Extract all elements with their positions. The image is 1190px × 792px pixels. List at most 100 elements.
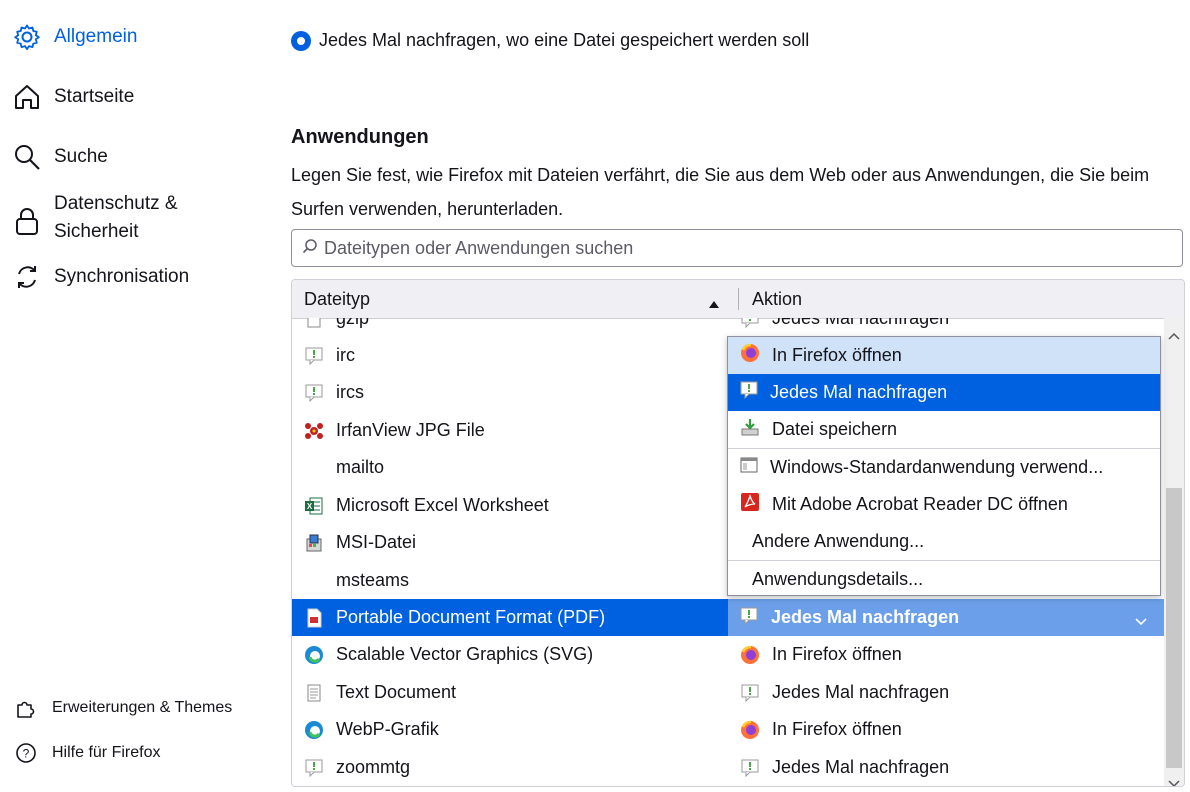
sidebar-item-label: Allgemein — [54, 26, 138, 47]
applications-description: Legen Sie fest, wie Firefox mit Dateien … — [291, 165, 1150, 219]
filetype-label: Microsoft Excel Worksheet — [336, 495, 549, 515]
action-dropdown-menu: In Firefox öffnen Jedes Mal nachfragen D… — [727, 336, 1161, 596]
sidebar-item-label-line2: Sicherheit — [54, 221, 139, 242]
ask-download-location-option[interactable]: Jedes Mal nachfragen, wo eine Datei gesp… — [291, 30, 809, 51]
excel-icon: X — [304, 496, 324, 516]
menu-item-acrobat[interactable]: Mit Adobe Acrobat Reader DC öffnen — [728, 486, 1160, 523]
menu-item-label: Anwendungsdetails... — [752, 569, 924, 589]
filetype-label: Scalable Vector Graphics (SVG) — [336, 644, 594, 664]
filetype-label: Text Document — [336, 682, 457, 702]
filetype-label: irc — [336, 345, 355, 365]
blank-icon — [304, 571, 324, 591]
sidebar-item-erweiterungen[interactable]: Erweiterungen & Themes — [14, 696, 232, 720]
scrollbar-thumb[interactable] — [1166, 488, 1182, 768]
filetype-search-input[interactable]: Dateitypen oder Anwendungen suchen — [291, 229, 1183, 267]
search-icon — [12, 142, 42, 172]
action-label: In Firefox öffnen — [772, 644, 902, 664]
file-icon — [304, 318, 324, 329]
menu-item-label: In Firefox öffnen — [772, 345, 902, 365]
menu-item-label: Mit Adobe Acrobat Reader DC öffnen — [772, 494, 1068, 514]
table-row-selected[interactable]: Portable Document Format (PDF) Jedes Mal… — [292, 599, 1164, 636]
search-placeholder: Dateitypen oder Anwendungen suchen — [324, 237, 634, 258]
ask-icon — [304, 758, 324, 778]
puzzle-icon — [14, 696, 38, 720]
scroll-down-icon[interactable] — [1168, 772, 1180, 786]
menu-item-windows-default[interactable]: Windows-Standardanwendung verwend... — [728, 449, 1160, 486]
text-file-icon — [304, 683, 324, 703]
sidebar-item-label: Startseite — [54, 86, 135, 107]
sidebar-item-startseite[interactable]: Startseite — [12, 82, 134, 112]
sidebar-item-suche[interactable]: Suche — [12, 142, 108, 172]
column-divider[interactable] — [738, 288, 739, 310]
action-dropdown[interactable]: Jedes Mal nachfragen — [728, 599, 1164, 636]
blank-icon — [304, 458, 324, 478]
filetype-label: mailto — [336, 457, 385, 477]
filetype-label: ircs — [336, 382, 364, 402]
filetype-label: Portable Document Format (PDF) — [336, 607, 606, 627]
ask-icon — [740, 758, 760, 778]
table-row[interactable]: Scalable Vector Graphics (SVG) In Firefo… — [292, 636, 1164, 673]
applications-heading: Anwendungen — [291, 126, 429, 148]
sidebar-item-hilfe[interactable]: ? Hilfe für Firefox — [14, 741, 160, 765]
table-row[interactable]: zoommtg Jedes Mal nachfragen — [292, 749, 1164, 786]
sidebar-footer-label: Erweiterungen & Themes — [52, 699, 233, 716]
scroll-up-icon[interactable] — [1168, 324, 1180, 345]
action-label: In Firefox öffnen — [772, 719, 902, 739]
menu-item-other-app[interactable]: Andere Anwendung... — [728, 523, 1160, 560]
save-icon — [740, 417, 760, 442]
action-label: Jedes Mal nachfragen — [771, 607, 960, 627]
menu-item-app-details[interactable]: Anwendungsdetails... — [728, 561, 1160, 598]
sidebar-item-label: Suche — [54, 146, 108, 167]
radio-button[interactable] — [291, 30, 311, 51]
firefox-icon — [740, 720, 760, 740]
table-scrollbar[interactable] — [1164, 318, 1184, 786]
action-label: Jedes Mal nachfragen — [772, 757, 950, 777]
menu-item-label: Windows-Standardanwendung verwend... — [770, 457, 1104, 477]
msi-icon — [304, 533, 324, 553]
sidebar-item-allgemein[interactable]: Allgemein — [12, 22, 137, 52]
menu-item-save-file[interactable]: Datei speichern — [728, 411, 1160, 448]
edge-icon — [304, 645, 324, 665]
window-icon — [740, 457, 758, 478]
sidebar-item-datenschutz[interactable]: Datenschutz & Sicherheit — [12, 190, 178, 246]
menu-item-always-ask[interactable]: Jedes Mal nachfragen — [728, 374, 1160, 411]
column-header-label: Aktion — [752, 289, 803, 309]
table-header: Dateityp Aktion — [292, 280, 1184, 319]
filetype-label: zoommtg — [336, 757, 411, 777]
menu-item-label: Datei speichern — [772, 419, 898, 439]
menu-item-label: Jedes Mal nachfragen — [770, 382, 948, 402]
sidebar-item-label: Synchronisation — [54, 266, 190, 287]
ask-download-location-label: Jedes Mal nachfragen, wo eine Datei gesp… — [319, 30, 810, 50]
gear-icon — [12, 22, 42, 52]
ask-icon — [304, 383, 324, 403]
help-icon: ? — [14, 741, 38, 765]
filetype-label: MSI-Datei — [336, 532, 417, 552]
sidebar-item-synchronisation[interactable]: Synchronisation — [12, 262, 189, 292]
column-header-label: Dateityp — [304, 289, 371, 309]
sidebar-item-label: Datenschutz & Sicherheit — [54, 190, 178, 246]
filetype-label: IrfanView JPG File — [336, 420, 485, 440]
column-header-aktion[interactable]: Aktion — [752, 280, 1152, 318]
lock-icon — [12, 206, 42, 236]
column-header-dateityp[interactable]: Dateityp — [304, 280, 724, 318]
acrobat-icon — [740, 492, 760, 517]
filetype-label: msteams — [336, 570, 410, 590]
search-icon — [302, 238, 318, 259]
sort-ascending-icon — [708, 294, 720, 315]
ask-icon — [740, 607, 758, 630]
menu-item-label: Andere Anwendung... — [752, 531, 925, 551]
pdf-icon — [304, 608, 324, 628]
home-icon — [12, 82, 42, 112]
irfanview-icon — [304, 421, 324, 441]
firefox-icon — [740, 645, 760, 665]
table-row[interactable]: Text Document Jedes Mal nachfragen — [292, 674, 1164, 711]
ask-icon — [740, 381, 758, 404]
sidebar-footer-label: Hilfe für Firefox — [52, 744, 161, 761]
table-row[interactable]: gzip Jedes Mal nachfragen — [292, 318, 1164, 337]
filetype-label: gzip — [336, 318, 370, 328]
table-row[interactable]: WebP-Grafik In Firefox öffnen — [292, 711, 1164, 748]
action-label: Jedes Mal nachfragen — [772, 682, 950, 702]
action-label: Jedes Mal nachfragen — [772, 318, 950, 328]
menu-item-open-in-firefox[interactable]: In Firefox öffnen — [728, 337, 1160, 374]
chevron-down-icon — [1134, 611, 1148, 632]
